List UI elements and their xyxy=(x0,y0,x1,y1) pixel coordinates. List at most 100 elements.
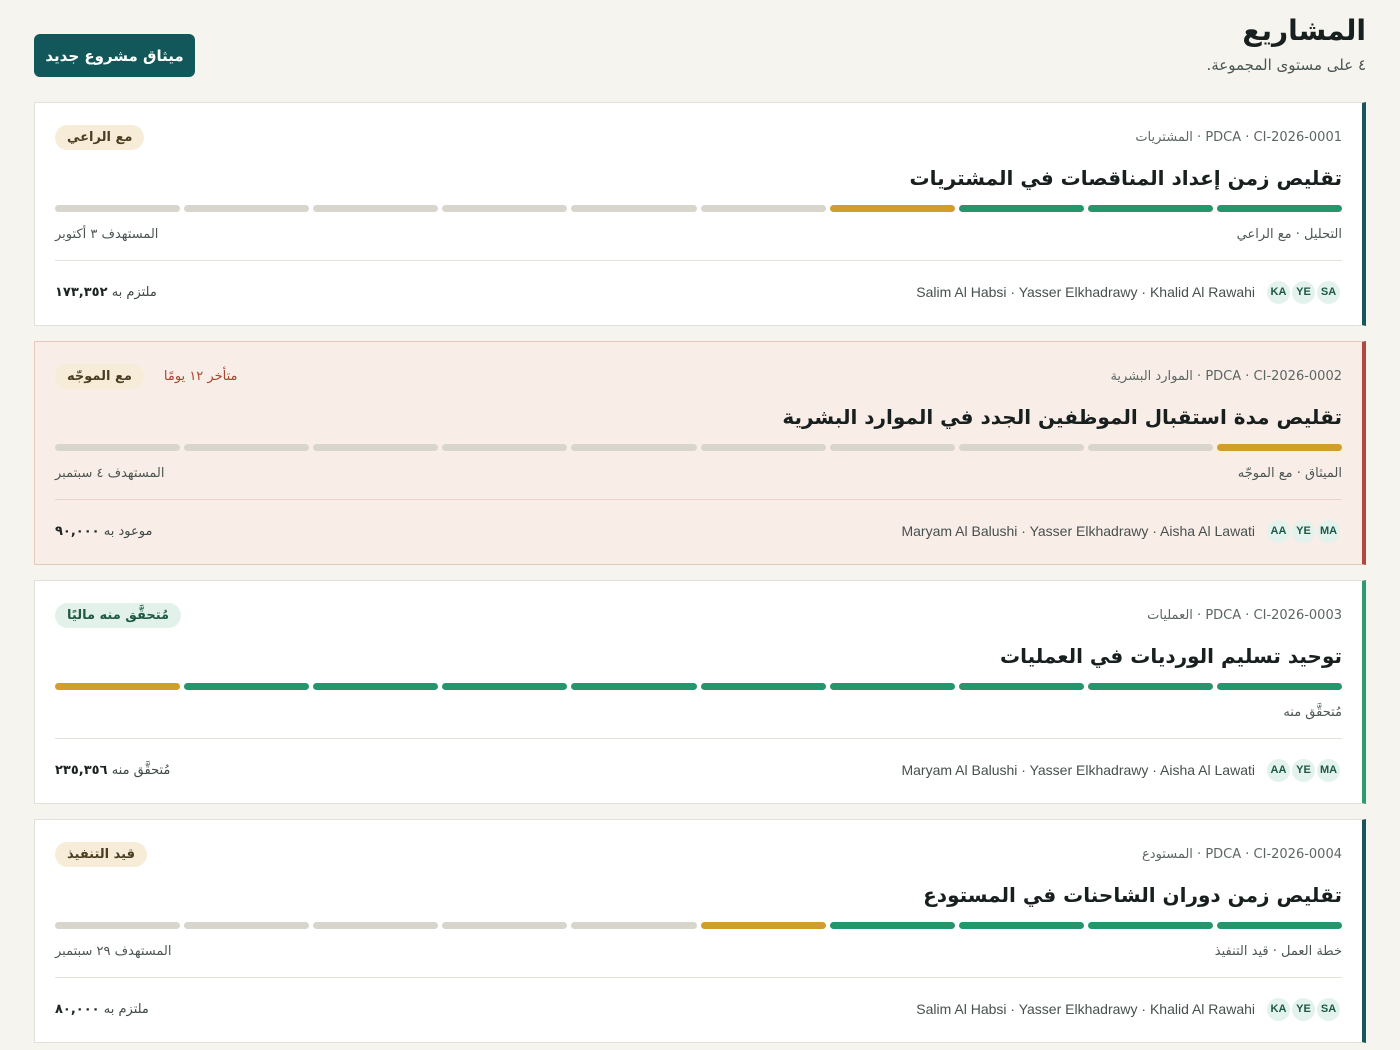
progress-segment-done xyxy=(1087,922,1213,929)
amount-value: ٢٣٥,٣٥٦ xyxy=(55,762,108,778)
progress-segment-pending xyxy=(313,922,439,929)
team: KA YE SA Salim Al Habsi · Yasser Elkhadraw… xyxy=(916,995,1342,1023)
avatar: MA xyxy=(1315,517,1342,545)
progress-segment-pending xyxy=(442,205,568,212)
progress-segment-pending xyxy=(313,205,439,212)
card-status-area: قيد التنفيذ xyxy=(55,841,147,867)
progress-segment-pending xyxy=(1087,444,1213,451)
progress-segment-current xyxy=(55,683,181,690)
avatar: AA xyxy=(1265,517,1292,545)
progress-segment-current xyxy=(700,922,826,929)
stage-progress-bar xyxy=(55,922,1342,929)
avatar: YE xyxy=(1290,517,1317,545)
avatar: MA xyxy=(1315,756,1342,784)
card-status-area: مع الراعي xyxy=(55,124,145,150)
current-stage: خطة العمل · قيد التنفيذ xyxy=(1214,943,1342,959)
current-stage: مُتحقَّق منه xyxy=(1283,704,1342,720)
team-names: Salim Al Habsi · Yasser Elkhadrawy · Kha… xyxy=(916,1001,1255,1017)
team-names: Salim Al Habsi · Yasser Elkhadrawy · Kha… xyxy=(916,284,1255,300)
project-card[interactable]: PDCA · CI-2026-0003 · العمليات مُتحقَّق … xyxy=(34,580,1366,804)
progress-segment-pending xyxy=(184,444,310,451)
project-title[interactable]: تقليص مدة استقبال الموظفين الجدد في المو… xyxy=(55,404,1342,430)
project-title[interactable]: تقليص زمن إعداد المناقصات في المشتريات xyxy=(55,165,1342,191)
projects-page: المشاريع ٤ على مستوى المجموعة. ميثاق مشر… xyxy=(0,0,1400,1050)
card-footer: KA YE SA Salim Al Habsi · Yasser Elkhadraw… xyxy=(55,261,1342,323)
card-header: PDCA · CI-2026-0001 · المشتريات مع الراع… xyxy=(55,103,1342,171)
progress-segment-pending xyxy=(700,444,826,451)
avatar: KA xyxy=(1265,995,1292,1023)
avatar: YE xyxy=(1290,278,1317,306)
avatar-group: AA YE MA xyxy=(1265,756,1342,784)
progress-segment-pending xyxy=(55,444,181,451)
progress-segment-done xyxy=(700,683,826,690)
target-date: المستهدف ٢٩ سبتمبر xyxy=(55,943,172,959)
progress-segment-done xyxy=(184,683,310,690)
financial-amount: مُتحقَّق منه ٢٣٥,٣٥٦ xyxy=(55,763,170,778)
progress-segment-done xyxy=(829,922,955,929)
page-header: المشاريع ٤ على مستوى المجموعة. ميثاق مشر… xyxy=(34,10,1366,102)
stage-progress-bar xyxy=(55,444,1342,451)
card-header: PDCA · CI-2026-0004 · المستودع قيد التنف… xyxy=(55,820,1342,888)
stage-row: التحليل · مع الراعي المستهدف ٣ أكتوبر xyxy=(55,224,1342,244)
current-stage: التحليل · مع الراعي xyxy=(1236,226,1342,242)
page-title: المشاريع xyxy=(1242,14,1366,47)
progress-segment-pending xyxy=(571,922,697,929)
stage-row: الميثاق · مع الموجّه المستهدف ٤ سبتمبر xyxy=(55,463,1342,483)
progress-segment-pending xyxy=(313,444,439,451)
progress-segment-done xyxy=(1216,205,1342,212)
project-card[interactable]: PDCA · CI-2026-0001 · المشتريات مع الراع… xyxy=(34,102,1366,326)
progress-segment-pending xyxy=(55,205,181,212)
progress-segment-pending xyxy=(184,922,310,929)
financial-amount: موعود به ٩٠,٠٠٠ xyxy=(55,524,152,539)
avatar: KA xyxy=(1265,278,1292,306)
progress-segment-current xyxy=(1216,444,1342,451)
avatar: AA xyxy=(1265,756,1292,784)
project-title[interactable]: تقليص زمن دوران الشاحنات في المستودع xyxy=(55,882,1342,908)
amount-label: مُتحقَّق منه xyxy=(111,762,171,778)
progress-segment-pending xyxy=(442,922,568,929)
progress-segment-done xyxy=(958,205,1084,212)
card-footer: AA YE MA Maryam Al Balushi · Yasser Elkhad… xyxy=(55,500,1342,562)
progress-segment-pending xyxy=(442,444,568,451)
project-card[interactable]: PDCA · CI-2026-0004 · المستودع قيد التنف… xyxy=(34,819,1366,1043)
progress-segment-pending xyxy=(571,444,697,451)
project-title[interactable]: توحيد تسليم الورديات في العمليات xyxy=(55,643,1342,669)
team: AA YE MA Maryam Al Balushi · Yasser Elkhad… xyxy=(901,517,1342,545)
progress-segment-current xyxy=(829,205,955,212)
amount-label: ملتزم به xyxy=(103,1001,149,1017)
progress-segment-pending xyxy=(55,922,181,929)
overdue-indicator: متأخر ١٢ يومًا xyxy=(163,368,238,384)
card-status-area: مُتحقَّق منه ماليًا xyxy=(55,602,182,628)
project-card[interactable]: PDCA · CI-2026-0002 · الموارد البشرية مت… xyxy=(34,341,1366,565)
status-badge: قيد التنفيذ xyxy=(55,841,147,867)
progress-segment-done xyxy=(571,683,697,690)
status-badge: مُتحقَّق منه ماليًا xyxy=(55,602,182,628)
amount-value: ١٧٣,٣٥٢ xyxy=(55,284,108,300)
amount-label: موعود به xyxy=(103,523,153,539)
current-stage: الميثاق · مع الموجّه xyxy=(1237,465,1342,481)
project-meta: PDCA · CI-2026-0004 · المستودع xyxy=(1142,846,1342,862)
target-date: المستهدف ٣ أكتوبر xyxy=(55,226,159,242)
header-text: المشاريع ٤ على مستوى المجموعة. xyxy=(1207,10,1367,74)
stage-progress-bar xyxy=(55,205,1342,212)
progress-segment-pending xyxy=(829,444,955,451)
progress-segment-pending xyxy=(700,205,826,212)
target-date: المستهدف ٤ سبتمبر xyxy=(55,465,165,481)
project-meta: PDCA · CI-2026-0002 · الموارد البشرية xyxy=(1110,368,1342,384)
progress-segment-done xyxy=(958,683,1084,690)
progress-segment-done xyxy=(1087,683,1213,690)
project-list: PDCA · CI-2026-0001 · المشتريات مع الراع… xyxy=(34,102,1366,1050)
status-badge: مع الراعي xyxy=(55,124,145,150)
team-names: Maryam Al Balushi · Yasser Elkhadrawy · … xyxy=(901,523,1255,539)
progress-segment-pending xyxy=(958,444,1084,451)
financial-amount: ملتزم به ١٧٣,٣٥٢ xyxy=(55,285,157,300)
progress-segment-done xyxy=(829,683,955,690)
progress-segment-done xyxy=(1087,205,1213,212)
avatar-group: KA YE SA xyxy=(1265,278,1342,306)
new-project-charter-button[interactable]: ميثاق مشروع جديد xyxy=(34,34,195,77)
card-footer: KA YE SA Salim Al Habsi · Yasser Elkhadraw… xyxy=(55,978,1342,1040)
progress-segment-done xyxy=(442,683,568,690)
avatar-group: KA YE SA xyxy=(1265,995,1342,1023)
progress-segment-done xyxy=(313,683,439,690)
financial-amount: ملتزم به ٨٠,٠٠٠ xyxy=(55,1002,149,1017)
